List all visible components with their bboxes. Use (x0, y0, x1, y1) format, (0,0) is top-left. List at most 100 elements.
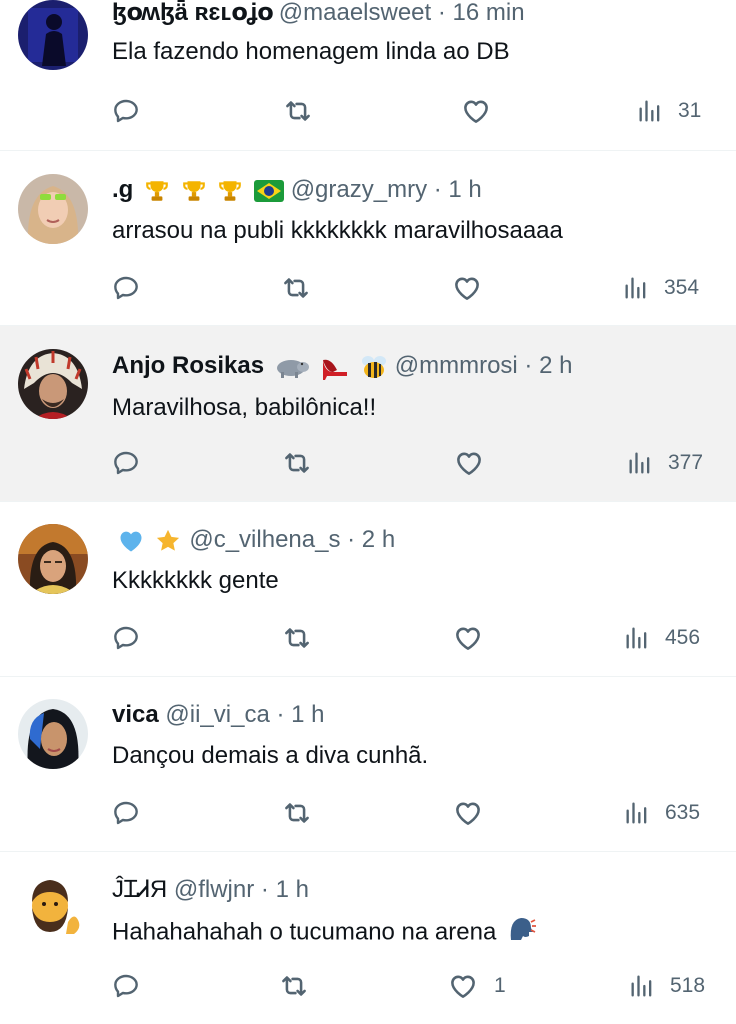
reply-button[interactable] (110, 618, 142, 658)
views-button[interactable]: 31 (636, 91, 701, 131)
reply-button[interactable] (110, 268, 142, 308)
view-count: 456 (665, 626, 701, 649)
reply-button[interactable] (110, 793, 142, 833)
avatar[interactable] (18, 699, 88, 769)
feed-post[interactable]: ɮօʍɮǟ ʀɛʟօʝօ @maaelsweet · 16 min Ela fa… (0, 0, 736, 151)
reply-button[interactable] (110, 91, 142, 131)
girl-sunglasses-avatar (18, 174, 88, 244)
views-icon (626, 802, 647, 824)
view-count: 31 (678, 99, 702, 122)
hippo-icon (275, 356, 309, 378)
display-name[interactable]: Anjo Rosikas (112, 352, 264, 379)
post-text: Hahahahahah o tucumano na arena (112, 918, 497, 946)
avatar[interactable] (18, 349, 88, 419)
views-button[interactable]: 456 (623, 618, 700, 658)
post-text: Maravilhosa, babilônica!! (112, 394, 377, 421)
repost-button[interactable] (281, 91, 315, 131)
display-name[interactable]: ĴꞮᏗЯ (112, 876, 167, 903)
repost-icon (285, 453, 309, 473)
post-time[interactable]: · 1 h (434, 176, 482, 203)
view-count: 354 (664, 276, 700, 299)
like-button[interactable] (450, 268, 498, 308)
reply-button[interactable] (110, 443, 142, 483)
heart-icon (456, 802, 480, 825)
view-count: 377 (668, 451, 704, 474)
post-time[interactable]: · 2 h (524, 352, 572, 379)
post-text: Kkkkkkkk gente (112, 567, 279, 594)
views-icon (631, 975, 652, 997)
heart-icon (455, 277, 479, 300)
girl-selfie-avatar (18, 524, 88, 594)
feed-post[interactable]: ĴꞮᏗЯ @flwjnr · 1 h Hahahahahah o tucuman… (0, 852, 736, 1024)
repost-button[interactable] (277, 966, 311, 1006)
repost-button[interactable] (280, 618, 314, 658)
blue-heart-icon (116, 527, 146, 555)
views-icon (629, 452, 650, 474)
reply-button[interactable] (110, 966, 142, 1006)
heart-icon (451, 975, 475, 998)
post-time[interactable]: · 1 h (261, 876, 309, 903)
repost-button[interactable] (280, 793, 314, 833)
speaking-head-icon (507, 914, 537, 952)
repost-icon (282, 976, 306, 996)
display-name[interactable]: ɮօʍɮǟ ʀɛʟօʝօ (112, 0, 272, 26)
repost-button[interactable] (279, 268, 313, 308)
star-icon (153, 527, 183, 555)
headdress-man-avatar (18, 349, 88, 419)
post-time[interactable]: · 1 h (276, 701, 324, 728)
views-button[interactable]: 354 (622, 268, 699, 308)
avatar[interactable] (18, 872, 88, 942)
user-handle[interactable]: @c_vilhena_s (189, 526, 340, 553)
view-count: 635 (665, 801, 701, 824)
repost-icon (284, 278, 308, 298)
post-text: arrasou na publi kkkkkkkk maravilhosaaaa (112, 217, 563, 244)
reply-icon (114, 276, 138, 300)
view-count: 518 (670, 974, 706, 997)
like-button[interactable] (452, 443, 500, 483)
bearded-emoji-avatar (18, 872, 88, 942)
avatar[interactable] (18, 524, 88, 594)
user-handle[interactable]: @ii_vi_ca (165, 701, 269, 728)
views-button[interactable]: 518 (628, 966, 705, 1006)
user-handle[interactable]: @mmmrosi (395, 352, 518, 379)
post-time[interactable]: · 2 h (347, 526, 395, 553)
like-count: 1 (494, 974, 506, 997)
like-button[interactable] (451, 618, 499, 658)
feed-post[interactable]: vica @ii_vi_ca · 1 h Dançou demais a div… (0, 677, 736, 852)
avatar[interactable] (18, 0, 88, 70)
dark-figure-avatar (18, 0, 88, 70)
user-handle[interactable]: @grazy_mry (291, 176, 427, 203)
feed-post[interactable]: @c_vilhena_s · 2 h Kkkkkkkk gente 456 (0, 502, 736, 677)
bee-icon (360, 354, 388, 380)
reply-icon (114, 974, 138, 998)
views-button[interactable]: 635 (623, 793, 700, 833)
like-button[interactable] (459, 91, 507, 131)
post-text: Ela fazendo homenagem linda ao DB (112, 38, 510, 65)
trophy-icon (217, 178, 243, 204)
heart-icon (456, 627, 480, 650)
like-button[interactable]: 1 (446, 966, 506, 1006)
feed-post[interactable]: .g @grazy_mry · 1 h arrasou na publi kkk… (0, 151, 736, 326)
display-name[interactable]: .g (112, 176, 133, 203)
brazil-flag-icon (254, 179, 285, 202)
repost-icon (285, 803, 309, 823)
like-button[interactable] (451, 793, 499, 833)
views-icon (626, 627, 647, 649)
user-handle[interactable]: @flwjnr (174, 876, 254, 903)
user-handle[interactable]: @maaelsweet (279, 0, 431, 26)
views-icon (639, 100, 660, 122)
post-time[interactable]: · 16 min (438, 0, 525, 26)
high-heel-icon (319, 354, 349, 380)
repost-icon (285, 628, 309, 648)
repost-button[interactable] (280, 443, 314, 483)
reply-icon (114, 451, 138, 475)
display-name[interactable]: vica (112, 701, 159, 728)
trophy-icon (144, 178, 170, 204)
avatar[interactable] (18, 174, 88, 244)
feed-post[interactable]: Anjo Rosikas @mmmrosi · 2 h Maravilhosa,… (0, 326, 736, 502)
woman-blue-hair-avatar (18, 699, 88, 769)
heart-icon (464, 100, 488, 123)
repost-icon (286, 101, 310, 121)
views-button[interactable]: 377 (626, 443, 703, 483)
post-text: Dançou demais a diva cunhã. (112, 742, 429, 769)
